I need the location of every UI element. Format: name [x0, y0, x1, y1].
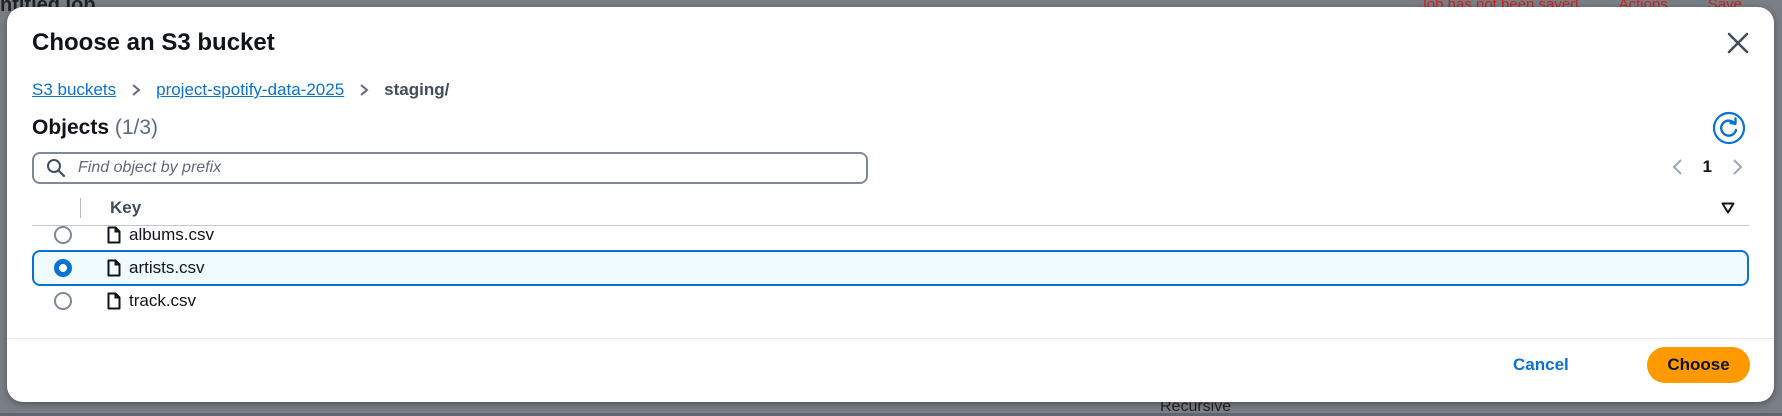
file-icon	[107, 259, 121, 277]
table-row[interactable]: albums.csv	[32, 217, 1749, 253]
chevron-right-icon	[360, 84, 369, 96]
pagination-current-page[interactable]: 1	[1703, 157, 1712, 177]
objects-title: Objects	[32, 116, 110, 139]
column-divider	[80, 198, 81, 218]
choose-s3-bucket-modal: Choose an S3 bucket S3 buckets project-s…	[7, 7, 1774, 402]
chevron-right-icon	[132, 84, 141, 96]
column-header-key[interactable]: Key	[110, 198, 141, 218]
row-radio[interactable]	[54, 226, 72, 244]
choose-button[interactable]: Choose	[1647, 347, 1750, 383]
breadcrumb-s3-buckets[interactable]: S3 buckets	[32, 80, 116, 100]
row-radio[interactable]	[54, 292, 72, 310]
refresh-icon[interactable]	[1712, 111, 1746, 145]
close-icon[interactable]	[1724, 29, 1752, 57]
chevron-left-icon[interactable]	[1671, 158, 1685, 176]
breadcrumb-bucket[interactable]: project-spotify-data-2025	[156, 80, 344, 100]
file-icon	[107, 292, 121, 310]
footer-divider	[7, 338, 1774, 339]
breadcrumb-current: staging/	[384, 80, 450, 99]
file-icon	[107, 226, 121, 244]
chevron-right-icon[interactable]	[1730, 158, 1744, 176]
pagination: 1	[1671, 157, 1744, 177]
row-file-name: track.csv	[129, 291, 197, 310]
cancel-button[interactable]: Cancel	[1505, 351, 1577, 379]
search-box	[32, 152, 868, 184]
table-row[interactable]: track.csv	[32, 283, 1749, 319]
search-input[interactable]	[76, 158, 866, 178]
modal-title: Choose an S3 bucket	[32, 29, 275, 56]
breadcrumb: S3 buckets project-spotify-data-2025 sta…	[32, 80, 449, 100]
row-file-name: albums.csv	[129, 225, 215, 244]
row-file-name: artists.csv	[129, 258, 205, 277]
search-icon	[47, 159, 66, 178]
objects-count: (1/3)	[114, 116, 159, 139]
table-row[interactable]: artists.csv	[32, 250, 1749, 286]
sort-descending-icon[interactable]	[1721, 202, 1735, 214]
objects-heading: Objects (1/3)	[32, 116, 158, 140]
row-radio[interactable]	[54, 259, 72, 277]
